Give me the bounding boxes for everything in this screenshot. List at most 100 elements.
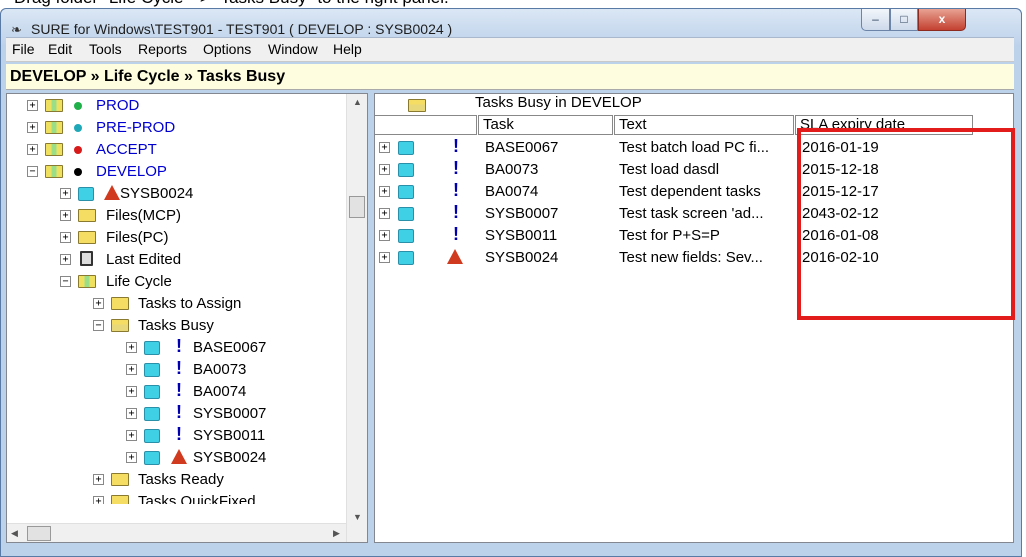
tree-node-label: BA0073 <box>193 361 247 378</box>
column-header-icons[interactable] <box>375 115 477 135</box>
tree-node-tasks-ready[interactable]: + Tasks Ready <box>7 468 347 490</box>
tree-node-base0067[interactable]: + ! BASE0067 <box>7 336 347 358</box>
exclamation-icon: ! <box>453 224 459 244</box>
scrollbar-thumb[interactable] <box>27 526 51 541</box>
tree-node-develop[interactable]: − DEVELOP <box>7 160 347 182</box>
close-button[interactable]: x <box>918 9 966 31</box>
tree-node-label: SYSB0024 <box>120 185 194 202</box>
tree-node-tasks-to-assign[interactable]: + Tasks to Assign <box>7 292 347 314</box>
expand-icon[interactable]: + <box>27 144 38 155</box>
menu-reports[interactable]: Reports <box>138 41 187 57</box>
expand-icon[interactable]: + <box>126 364 137 375</box>
expand-icon[interactable]: + <box>60 210 71 221</box>
table-row[interactable]: +! BASE0067 Test batch load PC fi... 2016-0… <box>375 136 975 158</box>
exclamation-icon: ! <box>176 424 182 444</box>
expand-icon[interactable]: + <box>379 142 390 153</box>
expand-icon[interactable]: + <box>379 186 390 197</box>
scroll-right-arrow-icon[interactable]: ▶ <box>333 528 340 539</box>
tree-node-ba0073[interactable]: + ! BA0073 <box>7 358 347 380</box>
tree-node-tasks-busy[interactable]: − Tasks Busy <box>7 314 347 336</box>
scroll-up-arrow-icon[interactable]: ▲ <box>353 97 362 107</box>
text-cell: Test load dasdl <box>619 161 720 178</box>
minimize-button[interactable]: – <box>861 9 890 31</box>
expand-icon[interactable]: + <box>379 230 390 241</box>
table-row[interactable]: +! SYSB0007 Test task screen 'ad... 2043-02… <box>375 202 975 224</box>
expand-icon[interactable]: + <box>60 188 71 199</box>
table-row[interactable]: +! BA0074 Test dependent tasks 2015-12-17 <box>375 180 975 202</box>
tree-node-label: Life Cycle <box>106 273 172 290</box>
task-bucket-icon <box>144 385 160 399</box>
tree-pane[interactable]: + PROD + PRE-PROD + ACCEPT − DEVELOP + S… <box>6 93 368 543</box>
expand-icon[interactable]: + <box>93 298 104 309</box>
tree-node-sysb0024-busy[interactable]: + SYSB0024 <box>7 446 347 468</box>
sla-expiry-date-cell: 2015-12-17 <box>802 183 879 200</box>
expand-icon[interactable]: + <box>93 474 104 485</box>
table-row[interactable]: +! SYSB0011 Test for P+S=P 2016-01-08 <box>375 224 975 246</box>
column-header-task[interactable]: Task <box>478 115 613 135</box>
tree-node-sysb0007[interactable]: + ! SYSB0007 <box>7 402 347 424</box>
expand-icon[interactable]: + <box>93 496 104 504</box>
instruction-caption: Drag folder "Life Cycle" -> "Tasks Busy"… <box>14 0 449 8</box>
expand-icon[interactable]: + <box>60 254 71 265</box>
tree-node-label: PRE-PROD <box>96 119 176 136</box>
expand-icon[interactable]: + <box>379 252 390 263</box>
expand-icon[interactable]: + <box>126 408 137 419</box>
tree-node-label: SYSB0011 <box>193 427 266 444</box>
expand-icon[interactable]: + <box>126 452 137 463</box>
tree-horizontal-scrollbar[interactable]: ◀ ▶ <box>7 523 346 542</box>
collapse-icon[interactable]: − <box>60 276 71 287</box>
task-bucket-icon <box>144 407 160 421</box>
tree-node-sysb0024[interactable]: + SYSB0024 <box>7 182 347 204</box>
expand-icon[interactable]: + <box>60 232 71 243</box>
column-header-sla-expiry-date[interactable]: SLA expiry date <box>795 115 973 135</box>
table-row[interactable]: +! BA0073 Test load dasdl 2015-12-18 <box>375 158 975 180</box>
grid-title: Tasks Busy in DEVELOP <box>475 94 642 111</box>
scroll-left-arrow-icon[interactable]: ◀ <box>11 528 18 539</box>
collapse-icon[interactable]: − <box>27 166 38 177</box>
expand-icon[interactable]: + <box>27 122 38 133</box>
tree-node-last-edited[interactable]: + Last Edited <box>7 248 347 270</box>
expand-icon[interactable]: + <box>379 164 390 175</box>
tree-node-pre-prod[interactable]: + PRE-PROD <box>7 116 347 138</box>
binoculars-icon: ❧ <box>11 22 22 37</box>
menu-bar: File Edit Tools Reports Options Window H… <box>6 37 1014 62</box>
tree-node-accept[interactable]: + ACCEPT <box>7 138 347 160</box>
tree-node-life-cycle[interactable]: − Life Cycle <box>7 270 347 292</box>
maximize-button[interactable]: □ <box>890 9 918 31</box>
task-bucket-icon <box>398 251 414 265</box>
menu-edit[interactable]: Edit <box>48 41 72 57</box>
menu-file[interactable]: File <box>12 41 35 57</box>
tree-node-sysb0011[interactable]: + ! SYSB0011 <box>7 424 347 446</box>
text-cell: Test for P+S=P <box>619 227 720 244</box>
tree-node-tasks-quickfixed[interactable]: + Tasks QuickFixed <box>7 490 347 504</box>
task-bucket-icon <box>144 363 160 377</box>
task-bucket-icon <box>398 207 414 221</box>
expand-icon[interactable]: + <box>27 100 38 111</box>
menu-tools[interactable]: Tools <box>89 41 122 57</box>
tree-node-ba0074[interactable]: + ! BA0074 <box>7 380 347 402</box>
warning-icon <box>104 185 120 200</box>
column-header-text[interactable]: Text <box>614 115 794 135</box>
tree-vertical-scrollbar[interactable]: ▲ ▼ <box>346 94 367 542</box>
tree-node-label: Last Edited <box>106 251 182 268</box>
menu-options[interactable]: Options <box>203 41 251 57</box>
text-cell: Test dependent tasks <box>619 183 761 200</box>
expand-icon[interactable]: + <box>126 430 137 441</box>
table-row[interactable]: + SYSB0024 Test new fields: Sev... 2016-02-… <box>375 246 975 268</box>
scroll-down-arrow-icon[interactable]: ▼ <box>353 512 362 522</box>
menu-window[interactable]: Window <box>268 41 318 57</box>
task-list-pane[interactable]: Tasks Busy in DEVELOP Task Text SLA expi… <box>374 93 1014 543</box>
tree-node-prod[interactable]: + PROD <box>7 94 347 116</box>
collapse-icon[interactable]: − <box>93 320 104 331</box>
expand-icon[interactable]: + <box>379 208 390 219</box>
text-cell: Test batch load PC fi... <box>619 139 770 156</box>
tree-node-files-mcp[interactable]: + Files(MCP) <box>7 204 347 226</box>
tree-node-files-pc[interactable]: + Files(PC) <box>7 226 347 248</box>
exclamation-icon: ! <box>453 202 459 222</box>
expand-icon[interactable]: + <box>126 386 137 397</box>
lifecycle-folder-icon <box>45 165 63 178</box>
menu-help[interactable]: Help <box>333 41 362 57</box>
status-dot-icon <box>74 102 82 110</box>
scrollbar-thumb[interactable] <box>349 196 365 218</box>
expand-icon[interactable]: + <box>126 342 137 353</box>
